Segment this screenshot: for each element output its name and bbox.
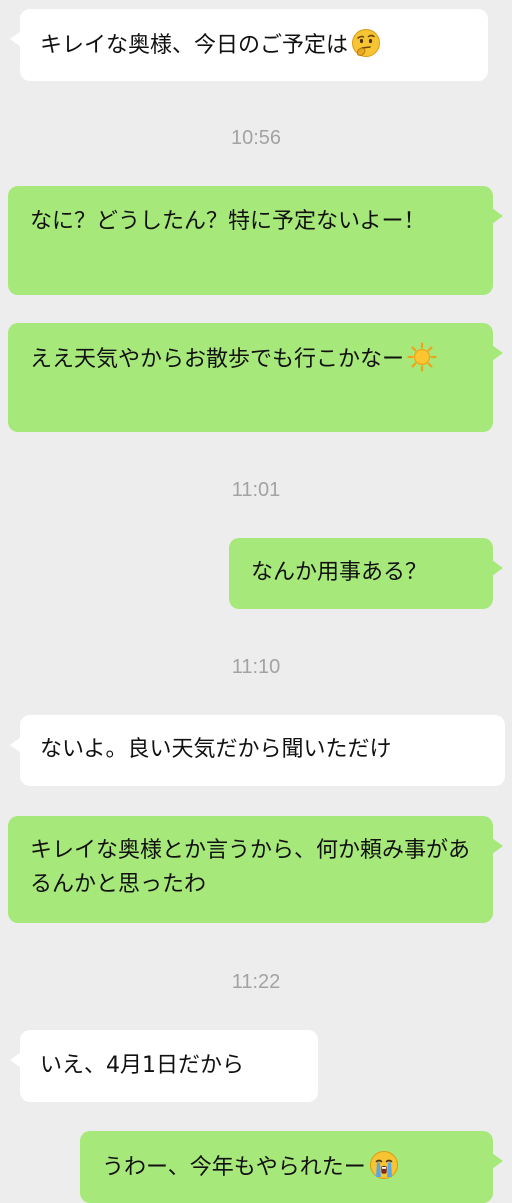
timestamp: 11:01 [231, 479, 281, 501]
message-text: ないよ。良い天気だから聞いただけ [40, 737, 392, 762]
timestamp: 11:10 [231, 656, 281, 678]
timestamp: 10:56 [230, 127, 282, 149]
message-outgoing[interactable]: うわー、今年もやられたー [80, 1131, 503, 1203]
message-text: うわー、今年もやられたー [102, 1155, 366, 1180]
bubble-tail [10, 1052, 21, 1068]
message-incoming[interactable]: いえ、4月1日だから [10, 1030, 318, 1102]
timestamp: 11:22 [231, 971, 281, 993]
message-text: なに？どうしたん？特に予定ないよー！ [30, 209, 426, 234]
bubble-tail [492, 1153, 503, 1169]
thinking-face-icon [351, 28, 381, 58]
message-outgoing[interactable]: なんか用事ある？ [229, 538, 503, 609]
message-incoming[interactable]: キレイな奥様、今日のご予定は [10, 9, 488, 81]
message-outgoing[interactable]: ええ天気やからお散歩でも行こかなー [8, 323, 503, 432]
chat-log: キレイな奥様、今日のご予定は 10:56 なに？どうしたん？特に予定ないよー！ … [0, 0, 512, 1203]
bubble-tail [492, 208, 503, 224]
message-incoming[interactable]: ないよ。良い天気だから聞いただけ [10, 715, 505, 786]
message-text: キレイな奥様、今日のご予定は [40, 33, 349, 58]
sun-icon [407, 342, 437, 372]
message-text: ええ天気やからお散歩でも行こかなー [30, 347, 405, 372]
bubble-tail [492, 345, 503, 361]
message-text: いえ、4月1日だから [40, 1053, 244, 1078]
crying-face-icon [369, 1150, 399, 1180]
bubble-tail [10, 737, 21, 753]
message-text: なんか用事ある？ [251, 560, 428, 585]
message-text: キレイな奥様とか言うから、何か頼み事があるんかと思ったわ [30, 838, 471, 897]
message-outgoing[interactable]: なに？どうしたん？特に予定ないよー！ [8, 186, 503, 295]
bubble-tail [492, 838, 503, 854]
message-outgoing[interactable]: キレイな奥様とか言うから、何か頼み事があるんかと思ったわ [8, 816, 503, 923]
bubble-tail [492, 560, 503, 576]
bubble-tail [10, 31, 21, 47]
